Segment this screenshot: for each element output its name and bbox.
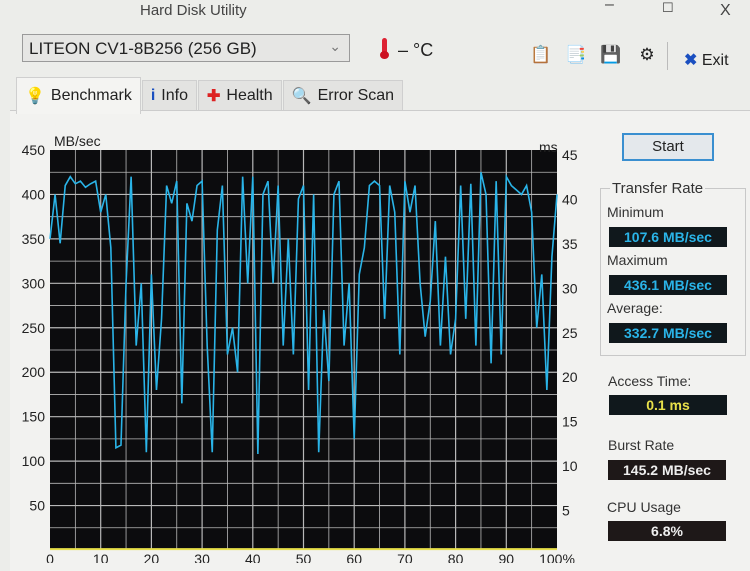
x-tick: 100% [539,551,575,563]
y-right-tick: 15 [562,414,578,430]
options-icon[interactable]: ⚙ [636,45,658,67]
y-left-tick: 400 [22,186,46,202]
x-tick: 20 [144,551,160,563]
y-left-tick: 100 [22,453,46,469]
exit-label: Exit [701,52,729,69]
access-time-label: Access Time: [608,373,692,389]
y-left-tick: 350 [22,231,46,247]
x-tick: 60 [346,551,362,563]
x-tick: 80 [448,551,464,563]
thermometer-icon [380,38,389,60]
info-icon: i [150,86,156,104]
tab-label: Info [161,86,188,104]
bulb-icon: 💡 [25,88,45,105]
average-value: 332.7 MB/sec [609,323,727,343]
y-right-tick: 40 [562,191,578,207]
burst-rate-value: 145.2 MB/sec [608,460,726,480]
tab-label: Benchmark [50,87,132,104]
transfer-rate-title: Transfer Rate [610,180,706,197]
y-right-tick: 45 [562,147,578,163]
tab-bar: 💡 Benchmark i Info ✚ Health 🔍 Error Scan [16,77,404,114]
start-button[interactable]: Start [622,133,714,161]
tab-label: Health [226,86,273,104]
minimum-label: Minimum [607,204,664,220]
burst-rate-label: Burst Rate [608,437,675,453]
x-tick: 30 [194,551,210,563]
x-tick: 90 [499,551,515,563]
y-right-tick: 20 [562,369,578,385]
cpu-usage-value: 6.8% [608,521,726,541]
copy-screenshot-icon[interactable]: 📑 [565,45,587,67]
y-left-tick: 150 [22,409,46,425]
y-right-tick: 30 [562,280,578,296]
magnifier-icon: 🔍 [291,87,312,105]
x-tick: 40 [245,551,261,563]
tab-benchmark[interactable]: 💡 Benchmark [16,77,141,114]
y-right-tick: 35 [562,236,578,252]
benchmark-chart: 5010015020025030035040045051015202530354… [22,133,578,563]
y-left-tick: 250 [22,320,46,336]
y-left-unit: MB/sec [54,133,101,149]
y-right-tick: 25 [562,325,578,341]
copy-text-icon[interactable]: 📋 [530,45,552,67]
y-right-unit: ms [539,139,558,155]
exit-x-icon: ✖ [684,52,698,69]
y-left-tick: 300 [22,275,46,291]
health-cross-icon: ✚ [206,87,221,105]
chevron-down-icon: ⌄ [329,38,341,54]
y-left-tick: 450 [22,142,46,158]
x-tick: 10 [93,551,109,563]
access-time-value: 0.1 ms [609,395,727,415]
tab-label: Error Scan [317,86,395,104]
x-tick: 70 [397,551,413,563]
tab-info[interactable]: i Info [141,80,197,110]
average-label: Average: [607,300,663,316]
window-title: Hard Disk Utility [140,2,247,19]
y-right-tick: 10 [562,458,578,474]
temperature-readout: – °C [398,40,434,60]
minimize-button[interactable]: – [605,0,614,14]
close-button[interactable]: X [720,2,731,20]
y-right-tick: 5 [562,503,570,519]
maximum-label: Maximum [607,252,668,268]
x-tick: 50 [296,551,312,563]
drive-select-value: LITEON CV1-8B256 (256 GB) [29,39,257,58]
tab-error-scan[interactable]: 🔍 Error Scan [282,80,404,110]
exit-button[interactable]: ✖ Exit [684,50,729,70]
maximize-button[interactable]: ☐ [662,0,674,16]
cpu-usage-label: CPU Usage [607,499,681,515]
maximum-value: 436.1 MB/sec [609,275,727,295]
y-left-tick: 50 [29,498,45,514]
x-tick: 0 [46,551,54,563]
toolbar-divider [667,42,668,70]
tab-health[interactable]: ✚ Health [197,80,282,110]
drive-select[interactable]: LITEON CV1-8B256 (256 GB) ⌄ [22,34,350,62]
save-icon[interactable]: 💾 [600,45,622,67]
y-left-tick: 200 [22,364,46,380]
minimum-value: 107.6 MB/sec [609,227,727,247]
